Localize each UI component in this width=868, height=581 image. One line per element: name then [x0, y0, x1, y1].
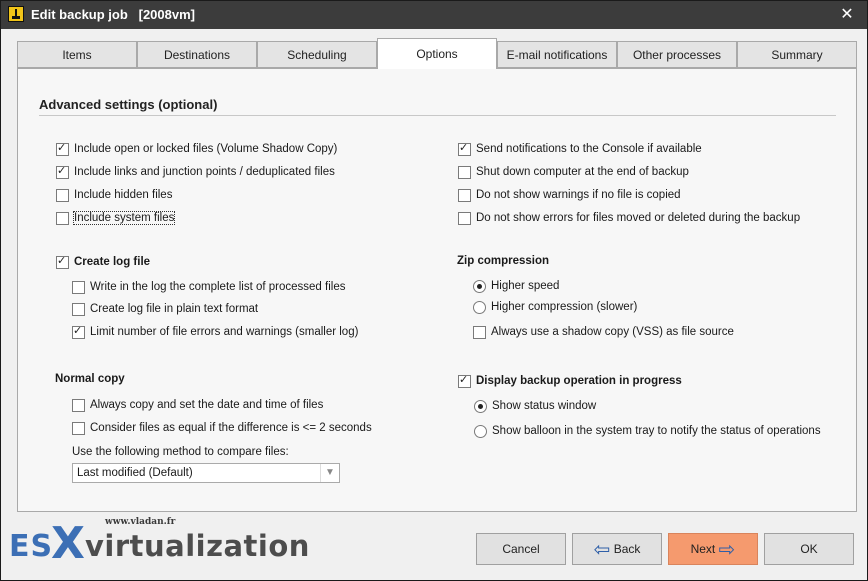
- next-label: Next: [690, 542, 716, 556]
- back-label: Back: [613, 542, 641, 556]
- option-label: Always copy and set the date and time of…: [90, 399, 324, 411]
- next-button[interactable]: Next ⇨: [668, 533, 758, 565]
- section-title: Advanced settings (optional): [39, 97, 218, 112]
- normal-copy-title: Normal copy: [55, 373, 125, 385]
- tab-destinations[interactable]: Destinations: [137, 41, 257, 68]
- checkbox[interactable]: [56, 141, 69, 156]
- shut-down-computer-option[interactable]: Shut down computer at the end of backup: [458, 164, 689, 180]
- checkbox[interactable]: [56, 188, 69, 202]
- log-complete-list-option[interactable]: Write in the log the complete list of pr…: [72, 279, 345, 295]
- log-plain-text-option[interactable]: Create log file in plain text format: [72, 301, 258, 317]
- option-label: Do not show errors for files moved or de…: [476, 212, 801, 224]
- compare-method-label: Use the following method to compare file…: [72, 446, 289, 458]
- checkbox[interactable]: [72, 421, 85, 435]
- display-progress-option[interactable]: Display backup operation in progress: [458, 373, 682, 389]
- consider-files-equal-option[interactable]: Consider files as equal if the differenc…: [72, 420, 372, 436]
- option-label: Create log file in plain text format: [90, 303, 259, 315]
- ok-button[interactable]: OK: [764, 533, 854, 565]
- option-label: Write in the log the complete list of pr…: [90, 281, 346, 293]
- include-hidden-files-option[interactable]: Include hidden files: [56, 187, 172, 203]
- higher-speed-radio[interactable]: Higher speed: [473, 278, 559, 294]
- include-open-locked-files-option[interactable]: Include open or locked files (Volume Sha…: [56, 141, 337, 157]
- tab-options[interactable]: Options: [377, 38, 497, 69]
- tab-summary[interactable]: Summary: [737, 41, 857, 68]
- back-button[interactable]: ⇦ Back: [572, 533, 662, 565]
- checkbox[interactable]: [458, 188, 471, 202]
- tab-other-processes[interactable]: Other processes: [617, 41, 737, 68]
- edit-backup-job-window: Edit backup job [2008vm] ✕ Items Destina…: [0, 0, 868, 581]
- cancel-button[interactable]: Cancel: [476, 533, 566, 565]
- checkbox[interactable]: [458, 373, 471, 388]
- checkbox[interactable]: [458, 141, 471, 156]
- checkbox[interactable]: [56, 211, 69, 225]
- checkbox[interactable]: [72, 280, 85, 294]
- checkbox[interactable]: [72, 398, 85, 412]
- option-label: Higher compression (slower): [491, 301, 638, 313]
- no-warnings-option[interactable]: Do not show warnings if no file is copie…: [458, 187, 681, 203]
- checkbox[interactable]: [56, 164, 69, 179]
- watermark-x: X: [51, 518, 85, 569]
- arrow-right-icon: ⇨: [718, 537, 736, 561]
- option-label: Create log file: [74, 256, 151, 268]
- include-links-option[interactable]: Include links and junction points / dedu…: [56, 164, 335, 180]
- close-icon[interactable]: ✕: [837, 5, 857, 25]
- ok-label: OK: [800, 542, 818, 556]
- watermark-es: ES: [9, 529, 54, 564]
- option-label: Shut down computer at the end of backup: [476, 166, 689, 178]
- checkbox[interactable]: [473, 325, 486, 339]
- option-label: Send notifications to the Console if ava…: [476, 143, 702, 155]
- tab-email-notifications[interactable]: E-mail notifications: [497, 41, 617, 68]
- option-label: Include open or locked files (Volume Sha…: [74, 143, 338, 155]
- radio-button[interactable]: [474, 399, 487, 413]
- show-balloon-radio[interactable]: Show balloon in the system tray to notif…: [474, 423, 821, 439]
- tab-items[interactable]: Items: [17, 41, 137, 68]
- section-divider: [39, 115, 836, 116]
- option-label: Show status window: [492, 400, 597, 412]
- compare-method-value: Last modified (Default): [77, 467, 193, 479]
- tab-bar: Items Destinations Scheduling Options E-…: [17, 38, 857, 69]
- option-label: Do not show warnings if no file is copie…: [476, 189, 681, 201]
- window-title: Edit backup job [2008vm]: [31, 7, 195, 22]
- esxvirtualization-watermark: www.vladan.fr ES X virtualization: [5, 515, 309, 575]
- checkbox[interactable]: [56, 254, 69, 269]
- option-label: Include system files: [72, 211, 176, 225]
- include-system-files-option[interactable]: Include system files: [56, 210, 176, 226]
- zip-compression-title: Zip compression: [457, 255, 550, 267]
- radio-button[interactable]: [473, 300, 486, 314]
- options-panel: Advanced settings (optional) Include ope…: [17, 68, 857, 512]
- option-label: Always use a shadow copy (VSS) as file s…: [491, 326, 734, 338]
- higher-compression-radio[interactable]: Higher compression (slower): [473, 299, 637, 315]
- checkbox[interactable]: [458, 211, 471, 225]
- option-label: Include links and junction points / dedu…: [74, 166, 335, 178]
- option-label: Display backup operation in progress: [476, 375, 682, 387]
- option-label: Higher speed: [491, 280, 560, 292]
- always-copy-date-time-option[interactable]: Always copy and set the date and time of…: [72, 397, 323, 413]
- checkbox[interactable]: [458, 165, 471, 179]
- create-log-file-option[interactable]: Create log file: [56, 254, 150, 270]
- checkbox[interactable]: [72, 302, 85, 316]
- radio-button[interactable]: [474, 424, 487, 438]
- always-use-shadow-copy-option[interactable]: Always use a shadow copy (VSS) as file s…: [473, 324, 734, 340]
- option-label: Include hidden files: [74, 189, 173, 201]
- no-errors-moved-files-option[interactable]: Do not show errors for files moved or de…: [458, 210, 800, 226]
- show-status-window-radio[interactable]: Show status window: [474, 398, 596, 414]
- checkbox[interactable]: [72, 324, 85, 339]
- watermark-virtualization: virtualization: [85, 529, 310, 563]
- log-limit-errors-option[interactable]: Limit number of file errors and warnings…: [72, 324, 358, 340]
- send-notifications-console-option[interactable]: Send notifications to the Console if ava…: [458, 141, 702, 157]
- option-label: Show balloon in the system tray to notif…: [492, 425, 821, 437]
- arrow-left-icon: ⇦: [593, 537, 611, 561]
- compare-method-select[interactable]: Last modified (Default) ▼: [72, 463, 340, 483]
- tab-scheduling[interactable]: Scheduling: [257, 41, 377, 68]
- option-label: Consider files as equal if the differenc…: [90, 422, 372, 434]
- option-label: Limit number of file errors and warnings…: [90, 326, 359, 338]
- radio-button[interactable]: [473, 279, 486, 293]
- title-bar: Edit backup job [2008vm] ✕: [1, 1, 867, 29]
- app-icon: [8, 6, 24, 22]
- cancel-label: Cancel: [502, 542, 540, 556]
- watermark-url: www.vladan.fr: [105, 517, 176, 527]
- chevron-down-icon[interactable]: ▼: [320, 464, 339, 482]
